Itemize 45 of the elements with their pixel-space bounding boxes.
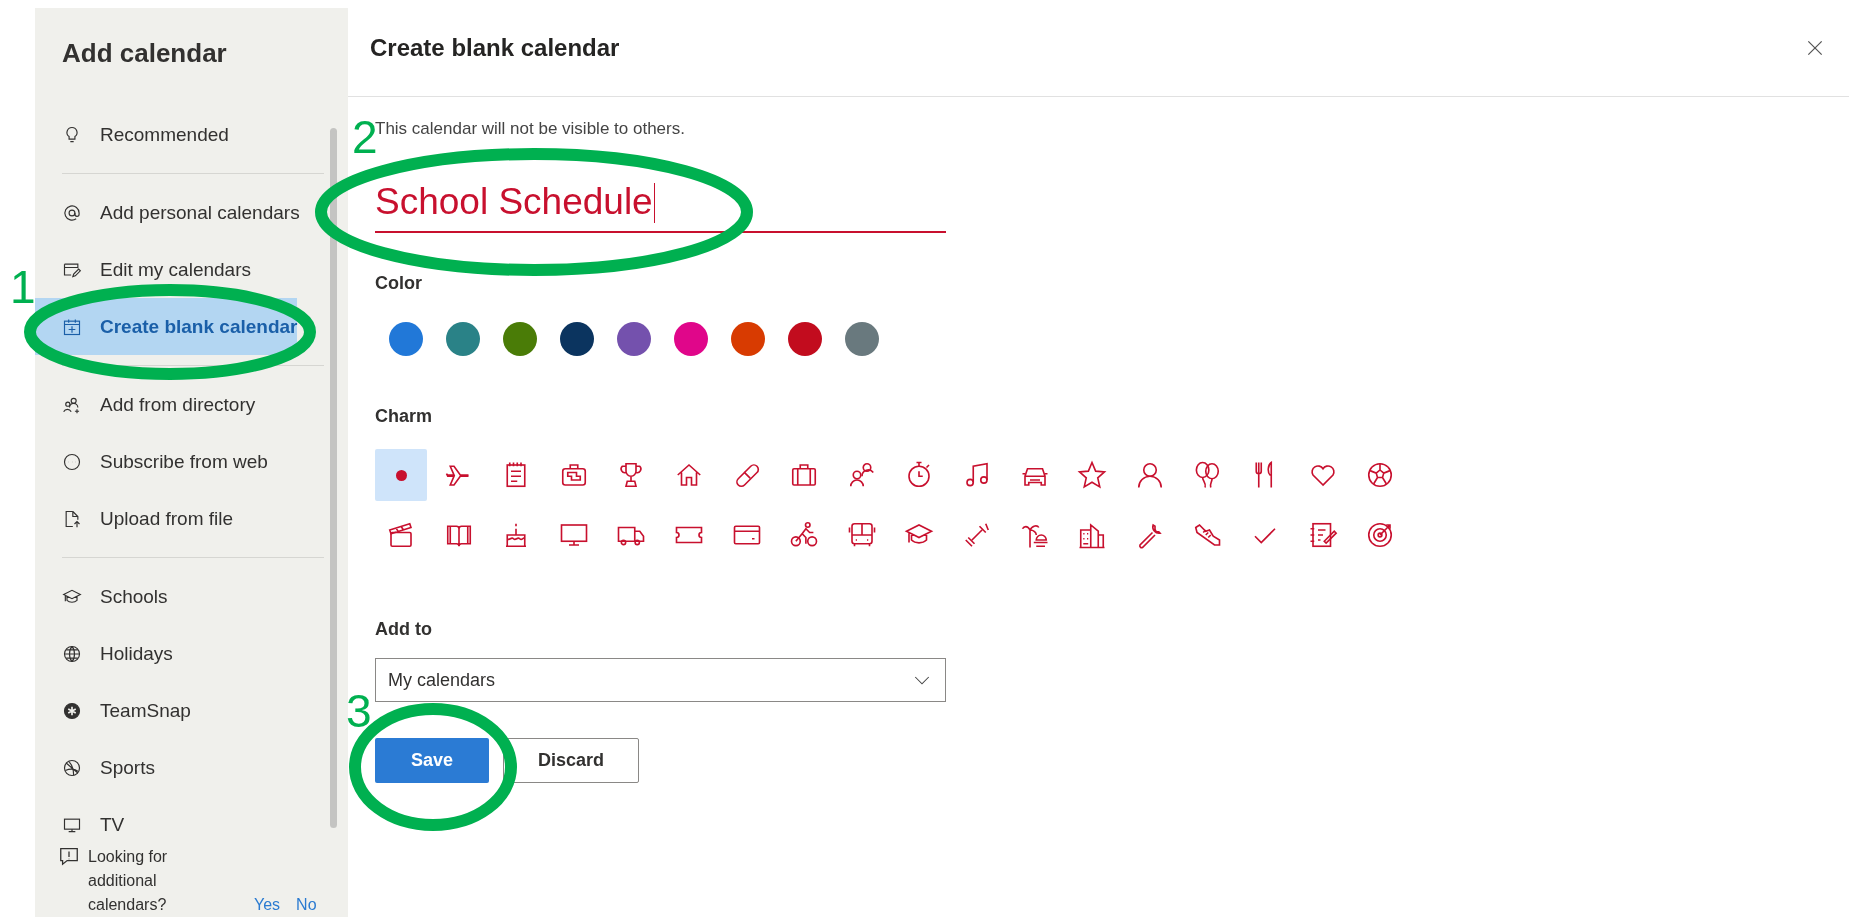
at-icon bbox=[62, 202, 82, 223]
panel-title: Create blank calendar bbox=[370, 34, 620, 62]
color-label: Color bbox=[375, 273, 423, 294]
asterisk-circle-icon bbox=[62, 700, 82, 721]
star-icon bbox=[1077, 460, 1108, 490]
color-swatch[interactable] bbox=[389, 322, 423, 356]
step-number: 1 bbox=[10, 264, 36, 310]
charm-label: Charm bbox=[375, 406, 433, 427]
sidebar-item[interactable]: Sports bbox=[35, 739, 297, 796]
sidebar-item[interactable]: Add personal calendars bbox=[35, 184, 297, 241]
feedback-icon bbox=[58, 845, 80, 867]
sidebar-item[interactable]: Subscribe from web bbox=[35, 433, 297, 490]
footer-text: Looking for additional calendars? bbox=[88, 847, 169, 915]
footer-link[interactable]: Yes bbox=[254, 896, 281, 913]
color-swatch[interactable] bbox=[446, 322, 480, 356]
notice-text: This calendar will not be visible to others. bbox=[375, 119, 686, 138]
sidebar-item[interactable]: Holidays bbox=[35, 625, 297, 682]
dots-circle-icon bbox=[62, 451, 82, 472]
step-number: 3 bbox=[346, 688, 372, 734]
globe-icon bbox=[62, 643, 82, 664]
name-input-field[interactable]: School Schedule bbox=[375, 163, 946, 233]
sidebar-title: Add calendar bbox=[61, 37, 228, 70]
color-swatch[interactable] bbox=[503, 322, 537, 356]
footer-link[interactable]: No bbox=[296, 896, 317, 913]
close-icon[interactable] bbox=[1805, 38, 1825, 58]
sidebar-item[interactable]: Add from directory bbox=[35, 376, 297, 433]
calendar-dropdown[interactable]: My calendars bbox=[375, 658, 946, 702]
dot-icon bbox=[395, 469, 407, 481]
sidebar-item[interactable]: TeamSnap bbox=[35, 682, 297, 739]
color-swatch[interactable] bbox=[731, 322, 765, 356]
ball-icon bbox=[62, 757, 82, 778]
charm-option[interactable] bbox=[375, 449, 427, 501]
sidebar-item[interactable]: Upload from file bbox=[35, 490, 297, 547]
color-swatch[interactable] bbox=[617, 322, 651, 356]
sidebar-item[interactable]: Edit my calendars bbox=[35, 241, 297, 298]
scrollbar[interactable] bbox=[330, 128, 338, 828]
sidebar-item[interactable]: Schools bbox=[35, 568, 297, 625]
color-swatch[interactable] bbox=[845, 322, 879, 356]
add-to-label: Add to bbox=[375, 619, 433, 640]
sidebar-item[interactable]: Recommended bbox=[35, 106, 297, 163]
discard-button[interactable]: Discard bbox=[503, 738, 639, 783]
save-button[interactable]: Save bbox=[375, 738, 489, 783]
color-swatch[interactable] bbox=[674, 322, 708, 356]
color-swatch[interactable] bbox=[560, 322, 594, 356]
color-swatch[interactable] bbox=[788, 322, 822, 356]
